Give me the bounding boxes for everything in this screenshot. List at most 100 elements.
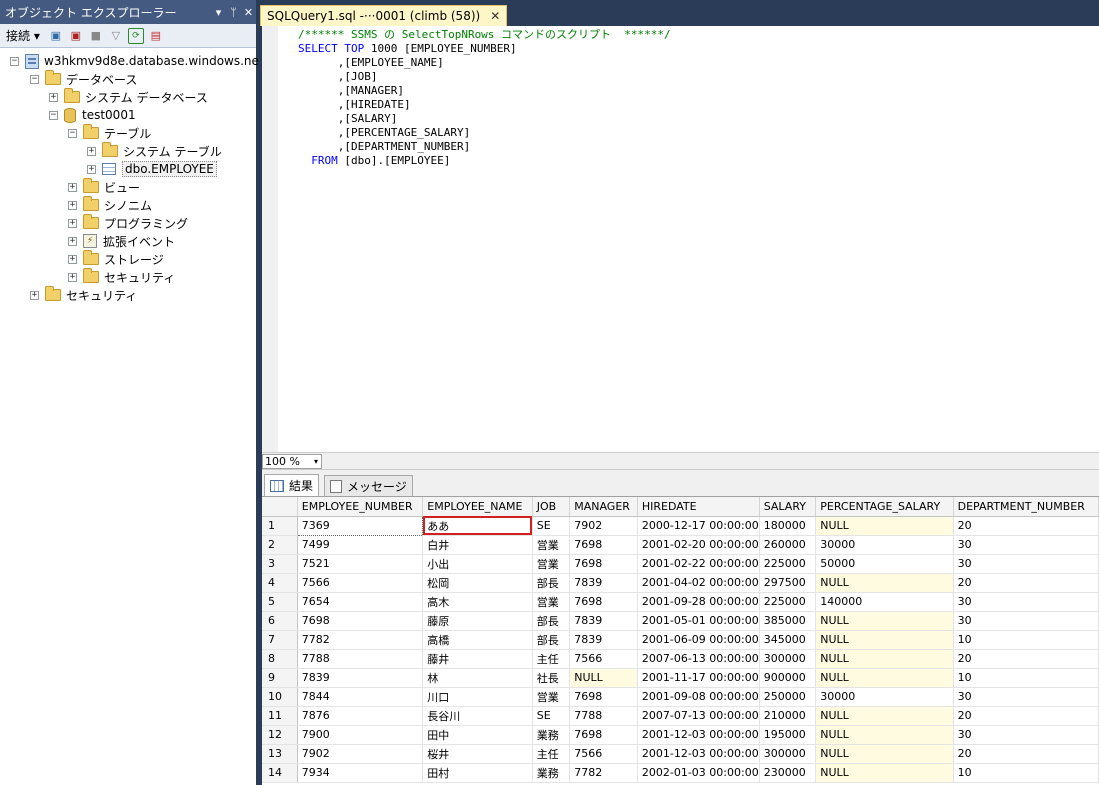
grid-cell[interactable]: 主任 bbox=[532, 649, 571, 669]
grid-cell[interactable]: 20 bbox=[953, 573, 1099, 593]
query-editor[interactable]: /****** SSMS の SelectTopNRows コマンドのスクリプト… bbox=[262, 26, 1099, 452]
grid-cell[interactable]: 20 bbox=[953, 744, 1099, 764]
column-header[interactable]: HIREDATE bbox=[637, 497, 760, 517]
grid-cell[interactable]: NULL bbox=[815, 668, 954, 688]
grid-cell[interactable]: NULL bbox=[815, 611, 954, 631]
column-header[interactable]: SALARY bbox=[759, 497, 817, 517]
grid-cell[interactable]: 7369 bbox=[296, 515, 424, 536]
tree-node-programmability[interactable]: + プログラミング bbox=[68, 214, 188, 232]
grid-cell[interactable]: 300000 bbox=[759, 649, 817, 669]
grid-cell[interactable]: 部長 bbox=[532, 611, 571, 631]
column-header[interactable]: MANAGER bbox=[569, 497, 638, 517]
stop-icon[interactable]: ■ bbox=[88, 28, 104, 44]
grid-cell[interactable]: 主任 bbox=[532, 744, 571, 764]
disconnect-icon[interactable]: ▣ bbox=[68, 28, 84, 44]
grid-cell[interactable]: 30 bbox=[953, 611, 1099, 631]
tree-node-system-tables[interactable]: + システム テーブル bbox=[87, 142, 222, 160]
grid-cell[interactable]: 松岡 bbox=[422, 573, 533, 593]
activity-monitor-icon[interactable]: ▤ bbox=[148, 28, 164, 44]
grid-cell[interactable]: 7782 bbox=[569, 763, 638, 783]
grid-cell[interactable]: 30 bbox=[953, 687, 1099, 707]
grid-cell[interactable]: 7499 bbox=[297, 535, 424, 555]
grid-cell[interactable]: 140000 bbox=[815, 592, 954, 612]
query-document-tab[interactable]: SQLQuery1.sql -···0001 (climb (58)) ✕ bbox=[260, 5, 508, 26]
grid-cell[interactable]: 桜井 bbox=[422, 744, 533, 764]
refresh-icon[interactable]: ⟳ bbox=[127, 27, 144, 44]
grid-cell[interactable]: 白井 bbox=[422, 535, 533, 555]
grid-cell[interactable]: SE bbox=[532, 706, 571, 726]
grid-cell[interactable]: 297500 bbox=[759, 573, 817, 593]
grid-cell[interactable]: 30 bbox=[953, 725, 1099, 745]
grid-cell[interactable]: 2007-07-13 00:00:00 bbox=[637, 706, 760, 726]
tree-node-server[interactable]: − w3hkmv9d8e.database.windows.ne bbox=[10, 52, 259, 70]
grid-cell[interactable]: 10 bbox=[953, 668, 1099, 688]
grid-cell[interactable]: 藤井 bbox=[422, 649, 533, 669]
grid-cell[interactable]: 7844 bbox=[297, 687, 424, 707]
expand-icon[interactable]: + bbox=[87, 146, 96, 156]
grid-cell[interactable]: SE bbox=[532, 516, 571, 536]
grid-cell[interactable]: 2001-02-22 00:00:00 bbox=[637, 554, 760, 574]
grid-cell[interactable]: 小出 bbox=[422, 554, 533, 574]
grid-cell[interactable]: 210000 bbox=[759, 706, 817, 726]
connect-button[interactable]: 接続 ▾ bbox=[6, 27, 40, 44]
expand-icon[interactable]: + bbox=[49, 92, 58, 102]
row-number-cell[interactable]: 12 bbox=[262, 725, 298, 745]
grid-cell[interactable]: 田中 bbox=[422, 725, 533, 745]
grid-cell[interactable]: 7566 bbox=[297, 573, 424, 593]
panel-dropdown-icon[interactable]: ▾ bbox=[211, 6, 226, 19]
tree-node-views[interactable]: + ビュー bbox=[68, 178, 140, 196]
collapse-icon[interactable]: − bbox=[30, 74, 39, 84]
grid-cell[interactable]: 7788 bbox=[297, 649, 424, 669]
grid-cell[interactable]: 7782 bbox=[297, 630, 424, 650]
grid-cell[interactable]: NULL bbox=[815, 744, 954, 764]
grid-cell[interactable]: 長谷川 bbox=[422, 706, 533, 726]
row-number-cell[interactable]: 2 bbox=[262, 535, 298, 555]
grid-cell[interactable]: 林 bbox=[422, 668, 533, 688]
grid-cell[interactable]: 7521 bbox=[297, 554, 424, 574]
expand-icon[interactable]: + bbox=[68, 272, 77, 282]
grid-cell[interactable]: 7839 bbox=[297, 668, 424, 688]
grid-cell[interactable]: 345000 bbox=[759, 630, 817, 650]
column-header[interactable]: EMPLOYEE_NUMBER bbox=[297, 497, 424, 517]
column-header[interactable]: JOB bbox=[532, 497, 571, 517]
column-header[interactable]: PERCENTAGE_SALARY bbox=[815, 497, 954, 517]
tree-node-db-security[interactable]: + セキュリティ bbox=[68, 268, 175, 286]
grid-cell[interactable]: 30000 bbox=[815, 535, 954, 555]
grid-cell[interactable]: NULL bbox=[569, 668, 638, 688]
grid-cell[interactable]: 2001-09-08 00:00:00 bbox=[637, 687, 760, 707]
table-row[interactable]: 2 7499 白井 営業 7698 2001-02-20 00:00:00 260000 30… bbox=[262, 535, 1099, 555]
grid-cell[interactable]: 30 bbox=[953, 592, 1099, 612]
grid-cell[interactable]: 2000-12-17 00:00:00 bbox=[637, 516, 760, 536]
grid-cell[interactable]: 営業 bbox=[532, 535, 571, 555]
grid-cell[interactable]: NULL bbox=[815, 516, 954, 536]
tree-node-system-databases[interactable]: + システム データベース bbox=[49, 88, 208, 106]
grid-cell[interactable]: 7698 bbox=[297, 611, 424, 631]
grid-cell[interactable]: 部長 bbox=[532, 630, 571, 650]
collapse-icon[interactable]: − bbox=[68, 128, 77, 138]
grid-cell[interactable]: 2001-12-03 00:00:00 bbox=[637, 744, 760, 764]
grid-cell[interactable]: 高橋 bbox=[422, 630, 533, 650]
row-number-cell[interactable]: 14 bbox=[262, 763, 298, 783]
grid-cell[interactable]: 260000 bbox=[759, 535, 817, 555]
tree-node-test0001[interactable]: − test0001 bbox=[49, 106, 136, 124]
tree-node-synonyms[interactable]: + シノニム bbox=[68, 196, 152, 214]
table-row[interactable]: 11 7876 長谷川 SE 7788 2007-07-13 00:00:00 210000… bbox=[262, 706, 1099, 726]
grid-cell[interactable]: 20 bbox=[953, 516, 1099, 536]
grid-cell[interactable]: 田村 bbox=[422, 763, 533, 783]
grid-cell[interactable]: 2001-02-20 00:00:00 bbox=[637, 535, 760, 555]
column-header[interactable]: DEPARTMENT_NUMBER bbox=[953, 497, 1099, 517]
expand-icon[interactable]: + bbox=[87, 164, 96, 174]
grid-cell[interactable]: 営業 bbox=[532, 554, 571, 574]
row-number-cell[interactable]: 5 bbox=[262, 592, 298, 612]
grid-cell[interactable]: 営業 bbox=[532, 687, 571, 707]
grid-cell[interactable]: 225000 bbox=[759, 592, 817, 612]
grid-cell[interactable]: NULL bbox=[815, 573, 954, 593]
row-number-cell[interactable]: 4 bbox=[262, 573, 298, 593]
grid-cell[interactable]: 7839 bbox=[569, 611, 638, 631]
row-number-cell[interactable]: 11 bbox=[262, 706, 298, 726]
grid-cell[interactable]: 7698 bbox=[569, 687, 638, 707]
grid-cell[interactable]: 2002-01-03 00:00:00 bbox=[637, 763, 760, 783]
grid-cell[interactable]: 180000 bbox=[759, 516, 817, 536]
grid-cell[interactable]: 7566 bbox=[569, 744, 638, 764]
grid-cell[interactable]: 225000 bbox=[759, 554, 817, 574]
